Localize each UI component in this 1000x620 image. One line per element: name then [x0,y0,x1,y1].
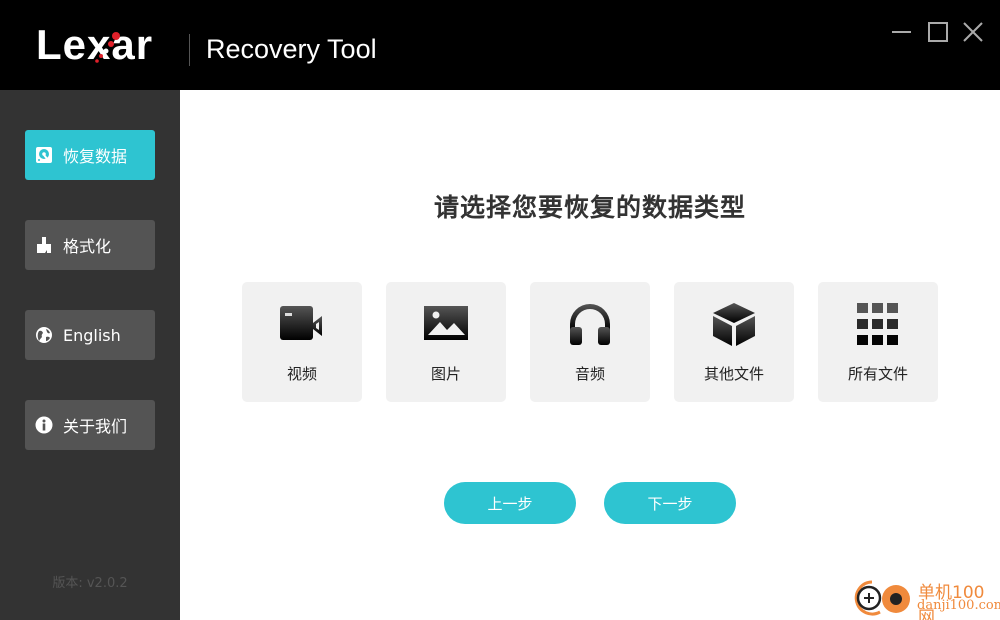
maximize-button[interactable] [926,20,950,44]
sidebar-item-format[interactable]: 格式化 [25,220,155,270]
disk-recovery-icon [35,146,53,164]
video-camera-icon [280,306,322,340]
version-label: 版本: v2.0.2 [52,576,128,591]
sidebar-item-label: English [63,325,121,345]
minimize-icon [892,31,911,33]
close-icon [963,22,983,42]
file-type-label: 音频 [574,365,605,383]
app-title: Recovery Tool [206,34,377,64]
file-type-video[interactable]: 视频 [242,282,362,402]
close-button[interactable] [961,20,985,44]
lexar-logo: Lexar [36,24,153,66]
file-type-label: 图片 [430,365,461,383]
file-type-other[interactable]: 其他文件 [674,282,794,402]
file-type-label: 其他文件 [703,365,764,383]
cube-icon [713,303,755,346]
minimize-button[interactable] [890,20,914,44]
watermark: 单机100网 danji100.com [850,576,1000,620]
main-panel: 请选择您要恢复的数据类型 视频 图片 音频 其他文件 所有文件 上一步 下一步 [180,90,1000,620]
sidebar-item-label: 关于我们 [63,417,128,436]
sidebar-item-language[interactable]: English [25,310,155,360]
file-type-all[interactable]: 所有文件 [818,282,938,402]
title-divider [189,34,190,66]
sidebar-item-about-us[interactable]: 关于我们 [25,400,155,450]
previous-step-button[interactable]: 上一步 [444,482,576,524]
file-type-audio[interactable]: 音频 [530,282,650,402]
maximize-icon [928,22,948,42]
logo-dots-icon [95,32,120,63]
next-step-button[interactable]: 下一步 [604,482,736,524]
globe-icon [35,326,53,344]
grid-icon [857,303,898,345]
sidebar-item-recover-data[interactable]: 恢复数据 [25,130,155,180]
watermark-url: danji100.com [917,598,1000,613]
headphones-icon [570,304,610,345]
info-icon [35,416,53,434]
file-type-label: 所有文件 [847,365,908,383]
sidebar-item-label: 格式化 [63,237,112,256]
page-title: 请选择您要恢复的数据类型 [433,193,746,222]
sidebar-item-label: 恢复数据 [63,147,128,166]
file-type-label: 视频 [286,365,317,383]
title-bar: Lexar Recovery Tool [0,0,1000,90]
image-icon [424,306,468,340]
file-type-image[interactable]: 图片 [386,282,506,402]
sidebar: 恢复数据 格式化 English 关于我们 版本: v2.0.2 [0,90,180,620]
watermark-logo-icon [854,580,910,616]
broom-icon [35,236,53,254]
